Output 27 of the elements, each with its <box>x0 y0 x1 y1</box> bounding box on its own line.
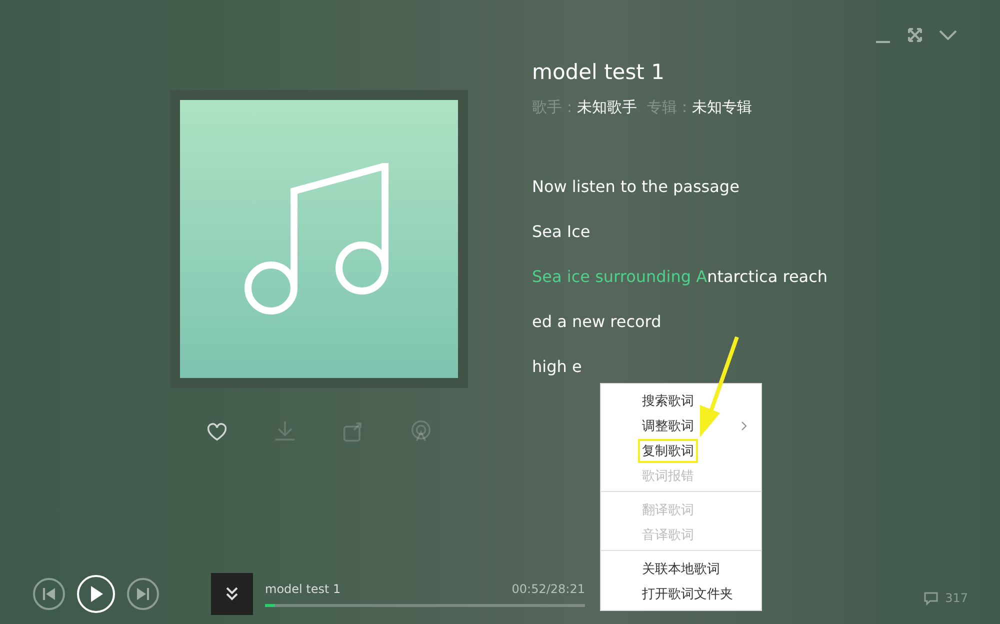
menu-item[interactable]: 打开歌词文件夹 <box>601 581 761 606</box>
lyric-line: high e <box>532 357 583 376</box>
song-title: model test 1 <box>532 60 666 84</box>
comment-icon[interactable] <box>923 590 940 606</box>
previous-button[interactable] <box>33 578 65 610</box>
fullscreen-icon[interactable] <box>906 26 924 44</box>
double-chevron-icon <box>224 586 240 602</box>
track-name: model test 1 <box>265 582 341 596</box>
album-name[interactable]: 未知专辑 <box>692 98 752 117</box>
play-icon <box>88 585 104 603</box>
expand-player-button[interactable] <box>211 573 253 615</box>
menu-item[interactable]: 调整歌词 <box>601 413 761 438</box>
next-button[interactable] <box>127 578 159 610</box>
lyric-line: Sea Ice <box>532 222 592 241</box>
menu-item[interactable]: 搜索歌词 <box>601 388 761 413</box>
artist-name[interactable]: 未知歌手 <box>577 98 637 117</box>
progress-bar[interactable] <box>265 604 585 606</box>
lyric-line: Now listen to the passage <box>532 177 740 196</box>
lyric-line: Sea ice surrounding Antarctica reach <box>532 267 828 286</box>
menu-item[interactable]: 复制歌词 <box>601 438 761 463</box>
lyric-line: ed a new record <box>532 312 662 331</box>
menu-item[interactable]: 关联本地歌词 <box>601 556 761 581</box>
playback-time: 00:52/28:21 <box>512 582 585 596</box>
skip-back-icon <box>42 587 56 601</box>
comment-count: 317 <box>945 591 968 605</box>
play-button[interactable] <box>77 575 115 613</box>
skip-forward-icon <box>136 587 150 601</box>
